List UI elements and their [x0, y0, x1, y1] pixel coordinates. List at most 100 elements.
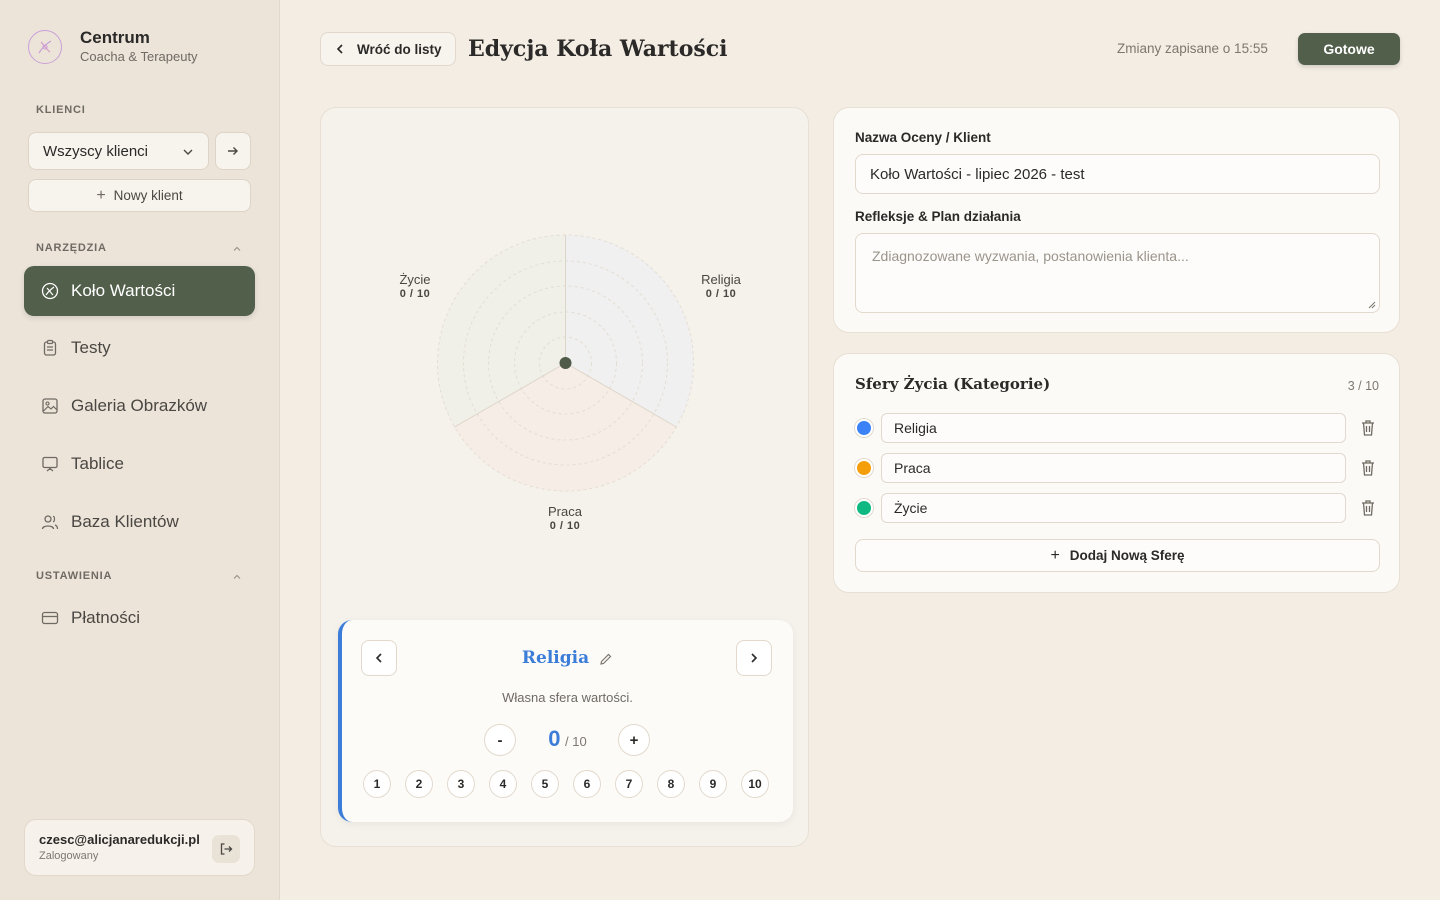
reflections-placeholder: Zdiagnozowane wyzwania, postanowienia kl… — [872, 248, 1189, 264]
save-status: Zmiany zapisane o 15:55 — [1117, 41, 1268, 56]
sphere-description: Własna sfera wartości. — [502, 690, 633, 705]
new-client-label: Nowy klient — [113, 188, 183, 203]
client-go-button[interactable] — [215, 132, 251, 170]
wheel-label-name: Religia — [701, 272, 741, 287]
wheel-card: Życie 0 / 10 Religia 0 / 10 Praca 0 / 10… — [320, 107, 809, 847]
categories-card: Sfery Życia (Kategorie) 3 / 10 Religia P… — [833, 353, 1400, 593]
score-option-button[interactable]: 10 — [741, 770, 769, 798]
score-max: / 10 — [565, 734, 587, 749]
wheel-label-score: 0 / 10 — [705, 288, 737, 300]
chevron-up-icon[interactable] — [232, 572, 242, 582]
category-name-value: Praca — [894, 460, 931, 476]
category-name-input[interactable]: Życie — [881, 493, 1346, 523]
score-option-button[interactable]: 8 — [657, 770, 685, 798]
category-row: Religia — [855, 413, 1380, 443]
done-button[interactable]: Gotowe — [1298, 33, 1400, 65]
category-row: Życie — [855, 493, 1380, 523]
plus-icon: + — [1050, 546, 1060, 564]
brand[interactable]: Centrum Coacha & Terapeuty — [28, 28, 198, 66]
sidebar-item-platnosci[interactable]: Płatności — [24, 593, 255, 643]
sidebar-item-label: Koło Wartości — [71, 281, 176, 300]
score-option-button[interactable]: 4 — [489, 770, 517, 798]
card-icon — [40, 608, 60, 628]
score-option-button[interactable]: 7 — [615, 770, 643, 798]
sidebar-item-label: Tablice — [71, 454, 124, 473]
assessment-name-value: Koło Wartości - lipiec 2026 - test — [870, 165, 1085, 183]
wheel-label-name: Praca — [548, 504, 582, 519]
category-color-picker[interactable] — [855, 419, 873, 437]
page-title: Edycja Koła Wartości — [468, 36, 728, 62]
trash-icon[interactable] — [1360, 499, 1376, 517]
back-to-list-button[interactable]: Wróć do listy — [320, 32, 456, 66]
score-option-button[interactable]: 1 — [363, 770, 391, 798]
score-number-row: 1 2 3 4 5 6 7 8 9 10 — [363, 770, 769, 798]
score-option-button[interactable]: 5 — [531, 770, 559, 798]
trash-icon[interactable] — [1360, 419, 1376, 437]
wheel-center-point — [559, 357, 572, 369]
chevron-left-icon — [336, 44, 343, 54]
assessment-details-card: Nazwa Oceny / Klient Koło Wartości - lip… — [833, 107, 1400, 333]
brand-subtitle: Coacha & Terapeuty — [80, 49, 198, 64]
logout-button[interactable] — [212, 835, 240, 863]
score-increment-button[interactable]: + — [618, 724, 650, 756]
plus-icon: + — [96, 186, 106, 204]
wheel-label-praca: Praca 0 / 10 — [539, 505, 591, 533]
sidebar-item-baza-klientow[interactable]: Baza Klientów — [24, 497, 255, 547]
assessment-name-label: Nazwa Oceny / Klient — [855, 130, 991, 145]
reflections-textarea[interactable]: Zdiagnozowane wyzwania, postanowienia kl… — [855, 233, 1380, 313]
brand-logo-icon — [28, 30, 62, 64]
logout-icon — [220, 843, 233, 855]
chevron-down-icon — [183, 149, 193, 155]
resize-grip-icon[interactable] — [1368, 301, 1376, 309]
category-color-picker[interactable] — [855, 499, 873, 517]
client-select-value: Wszyscy klienci — [43, 142, 149, 160]
arrow-right-icon — [228, 147, 238, 155]
score-display: 0 / 10 — [342, 726, 793, 752]
settings-section-label: USTAWIENIA — [36, 570, 113, 582]
wheel-label-score: 0 / 10 — [399, 288, 431, 300]
wheel-icon — [40, 281, 60, 301]
trash-icon[interactable] — [1360, 459, 1376, 477]
sidebar-item-testy[interactable]: Testy — [24, 323, 255, 373]
sidebar-item-tablice[interactable]: Tablice — [24, 439, 255, 489]
users-icon — [40, 512, 60, 532]
score-option-button[interactable]: 2 — [405, 770, 433, 798]
client-select[interactable]: Wszyscy klienci — [28, 132, 209, 170]
category-name-value: Religia — [894, 420, 937, 436]
sidebar-item-kolo-wartosci[interactable]: Koło Wartości — [24, 266, 255, 316]
sidebar: Centrum Coacha & Terapeuty KLIENCI Wszys… — [0, 0, 280, 900]
wheel-label-zycie: Życie 0 / 10 — [389, 273, 441, 301]
wheel-label-name: Życie — [399, 272, 431, 287]
category-name-value: Życie — [894, 500, 928, 516]
back-label: Wróć do listy — [357, 41, 442, 57]
assessment-name-input[interactable]: Koło Wartości - lipiec 2026 - test — [855, 154, 1380, 194]
sidebar-item-label: Galeria Obrazków — [71, 396, 208, 415]
category-name-input[interactable]: Praca — [881, 453, 1346, 483]
clipboard-icon — [40, 338, 60, 358]
categories-title: Sfery Życia (Kategorie) — [855, 375, 1051, 393]
score-option-button[interactable]: 6 — [573, 770, 601, 798]
user-card: czesc@alicjanaredukcji.pl Zalogowany — [24, 819, 255, 876]
add-sphere-label: Dodaj Nową Sferę — [1069, 548, 1185, 563]
chevron-up-icon[interactable] — [232, 244, 242, 254]
score-value: 0 — [548, 726, 561, 751]
sphere-name[interactable]: Religia — [342, 648, 793, 668]
sidebar-item-label: Płatności — [71, 608, 140, 627]
add-sphere-button[interactable]: + Dodaj Nową Sferę — [855, 539, 1380, 572]
category-color-picker[interactable] — [855, 459, 873, 477]
sphere-editor-panel: Religia Własna sfera wartości. - 0 / 10 … — [338, 620, 793, 822]
board-icon — [40, 454, 60, 474]
value-wheel — [437, 234, 694, 492]
score-option-button[interactable]: 3 — [447, 770, 475, 798]
tools-section-label: NARZĘDZIA — [36, 242, 107, 254]
pencil-icon[interactable] — [599, 652, 613, 666]
category-name-input[interactable]: Religia — [881, 413, 1346, 443]
clients-section-label: KLIENCI — [36, 104, 86, 116]
brand-name: Centrum — [80, 28, 150, 47]
new-client-button[interactable]: + Nowy klient — [28, 179, 251, 212]
sidebar-item-galeria[interactable]: Galeria Obrazków — [24, 381, 255, 431]
sidebar-item-label: Testy — [71, 338, 111, 357]
categories-count: 3 / 10 — [1347, 379, 1379, 393]
score-option-button[interactable]: 9 — [699, 770, 727, 798]
wheel-label-score: 0 / 10 — [549, 520, 581, 532]
